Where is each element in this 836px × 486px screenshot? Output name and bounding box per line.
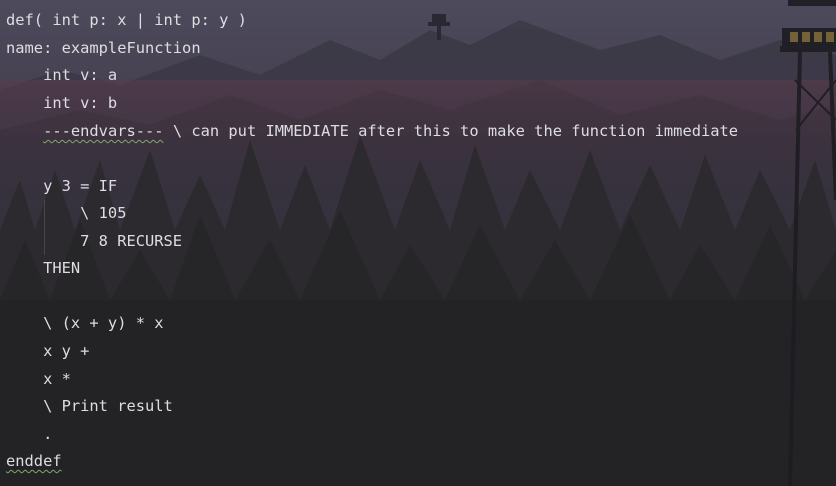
code-token-endvars: ---endvars--- xyxy=(43,122,164,140)
code-line-dot[interactable]: . xyxy=(6,422,52,446)
code-line-if[interactable]: y 3 = IF xyxy=(6,174,117,198)
code-line-name[interactable]: name: exampleFunction xyxy=(6,36,201,60)
code-line-recurse[interactable]: 7 8 RECURSE xyxy=(6,229,182,253)
code-line-endvars-comment: \ can put IMMEDIATE after this to make t… xyxy=(163,122,739,140)
code-editor[interactable]: def( int p: x | int p: y ) name: example… xyxy=(0,0,836,486)
code-line-var-b[interactable]: int v: b xyxy=(6,91,117,115)
code-line-endvars[interactable]: ---endvars--- \ can put IMMEDIATE after … xyxy=(6,119,738,143)
code-line-x-times[interactable]: x * xyxy=(6,367,71,391)
code-token-enddef: enddef xyxy=(6,452,62,470)
code-line-var-a[interactable]: int v: a xyxy=(6,63,117,87)
code-line-comment-print[interactable]: \ Print result xyxy=(6,394,173,418)
code-line-def-suffix: ) xyxy=(228,11,247,29)
code-line-enddef[interactable]: enddef xyxy=(6,449,62,473)
code-line-comment-105[interactable]: \ 105 xyxy=(6,201,126,225)
code-line-endvars-indent xyxy=(6,122,43,140)
code-line-then[interactable]: THEN xyxy=(6,256,80,280)
code-line-def[interactable]: def( int p: x | int p: y ) xyxy=(6,8,247,32)
code-token-y: y xyxy=(219,11,229,29)
code-line-def-prefix: def( int p: x | int p: xyxy=(6,11,220,29)
code-line-xy-plus[interactable]: x y + xyxy=(6,339,89,363)
code-line-comment-expr[interactable]: \ (x + y) * x xyxy=(6,311,163,335)
